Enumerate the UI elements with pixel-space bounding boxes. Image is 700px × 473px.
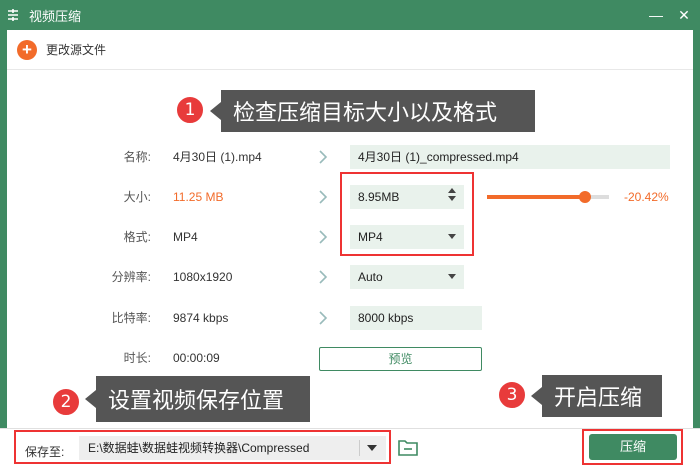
format-label: 格式: <box>123 230 151 244</box>
target-name-field[interactable]: 4月30日 (1)_compressed.mp4 <box>350 145 670 169</box>
row-name: 名称: 4月30日 (1).mp4 4月30日 (1)_compressed.m… <box>7 144 693 170</box>
window-title: 视频压缩 <box>29 8 82 24</box>
target-size-stepper[interactable]: 8.95MB <box>350 185 464 209</box>
title-bar: 视频压缩 — ✕ <box>0 0 700 30</box>
chevron-right-icon <box>319 230 328 244</box>
slider-fill <box>487 195 585 199</box>
format-select-value: MP4 <box>358 230 383 244</box>
source-name: 4月30日 (1).mp4 <box>173 150 262 164</box>
bottom-bar: 保存至: E:\数据蛙\数据蛙视频转换器\Compressed 压缩 <box>0 428 700 473</box>
minimize-button[interactable]: — <box>645 4 667 26</box>
callout-1-badge: 1 <box>175 95 205 125</box>
callout-3-text: 开启压缩 <box>554 386 643 411</box>
source-size: 11.25 MB <box>173 190 224 204</box>
callout-1: 检查压缩目标大小以及格式 <box>210 90 535 132</box>
chevron-down-icon[interactable] <box>367 445 377 451</box>
duration-label: 时长: <box>123 351 151 365</box>
decrease-icon[interactable] <box>448 196 456 201</box>
plus-icon: + <box>17 39 37 60</box>
size-percent: -20.42% <box>624 190 669 204</box>
chevron-right-icon <box>319 150 328 164</box>
row-size: 大小: 11.25 MB 8.95MB -20.42% <box>7 184 693 210</box>
callout-1-text: 检查压缩目标大小以及格式 <box>233 101 498 126</box>
format-select[interactable]: MP4 <box>350 225 464 249</box>
window: 视频压缩 — ✕ + 更改源文件 1 检查压缩目标大小以及格式 名称: 4月30… <box>0 0 700 473</box>
callout-2: 设置视频保存位置 <box>85 376 310 422</box>
callout-3: 开启压缩 <box>531 375 662 417</box>
slider-knob[interactable] <box>578 191 591 203</box>
callout-2-text: 设置视频保存位置 <box>108 389 285 414</box>
save-path-value: E:\数据蛙\数据蛙视频转换器\Compressed <box>88 441 310 455</box>
callout-3-badge: 3 <box>497 380 527 410</box>
chevron-right-icon <box>319 311 328 325</box>
folder-icon[interactable] <box>398 438 418 456</box>
close-button[interactable]: ✕ <box>673 4 695 26</box>
compress-button[interactable]: 压缩 <box>589 434 677 460</box>
chevron-down-icon <box>448 274 456 279</box>
toolbar: + 更改源文件 <box>7 30 693 70</box>
preview-button[interactable]: 预览 <box>319 347 482 371</box>
row-bitrate: 比特率: 9874 kbps 8000 kbps <box>7 305 693 331</box>
main-panel: + 更改源文件 1 检查压缩目标大小以及格式 名称: 4月30日 (1).mp4… <box>7 30 693 428</box>
source-resolution: 1080x1920 <box>173 270 233 284</box>
resolution-label: 分辨率: <box>111 270 151 284</box>
size-slider[interactable] <box>487 191 609 203</box>
increase-icon[interactable] <box>448 188 456 193</box>
source-format: MP4 <box>173 230 198 244</box>
resolution-select[interactable]: Auto <box>350 265 464 289</box>
compress-app-icon <box>6 7 22 23</box>
change-source-button[interactable]: + 更改源文件 <box>17 39 107 60</box>
bitrate-label: 比特率: <box>111 311 151 325</box>
source-duration: 00:00:09 <box>173 351 220 365</box>
chevron-right-icon <box>319 190 328 204</box>
callout-2-badge: 2 <box>51 387 81 417</box>
change-source-label: 更改源文件 <box>46 43 107 57</box>
save-to-label: 保存至: <box>25 445 65 459</box>
stepper-arrows[interactable] <box>448 188 458 201</box>
target-size-value: 8.95MB <box>358 190 400 204</box>
source-bitrate: 9874 kbps <box>173 311 229 325</box>
name-label: 名称: <box>123 150 151 164</box>
size-label: 大小: <box>123 190 151 204</box>
divider <box>359 440 360 456</box>
bitrate-field[interactable]: 8000 kbps <box>350 306 482 330</box>
chevron-right-icon <box>319 270 328 284</box>
chevron-down-icon <box>448 234 456 239</box>
resolution-select-value: Auto <box>358 270 383 284</box>
save-path-select[interactable]: E:\数据蛙\数据蛙视频转换器\Compressed <box>79 436 386 460</box>
row-format: 格式: MP4 MP4 <box>7 224 693 250</box>
row-resolution: 分辨率: 1080x1920 Auto <box>7 264 693 290</box>
